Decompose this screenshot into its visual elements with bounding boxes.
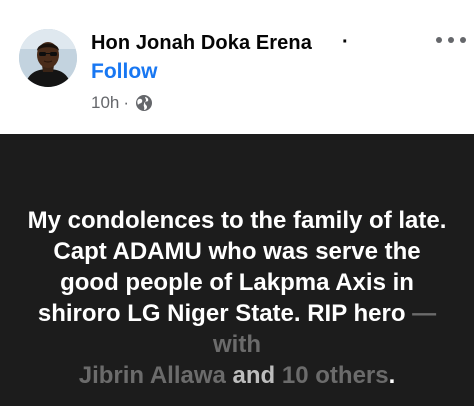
avatar[interactable]	[19, 29, 77, 87]
avatar-photo	[19, 29, 77, 87]
more-dot-icon	[436, 37, 442, 43]
and-label: and	[232, 362, 276, 389]
post-text: My condolences to the family of late. Ca…	[27, 207, 447, 327]
post-meta: 10h ·	[91, 93, 153, 113]
timestamp[interactable]: 10h	[91, 93, 119, 113]
name-separator: ·	[342, 31, 349, 53]
more-options-button[interactable]	[436, 30, 466, 50]
post-body: My condolences to the family of late. Ca…	[0, 134, 474, 406]
follow-button[interactable]: Follow	[91, 60, 158, 84]
post-period: .	[388, 362, 396, 389]
post-header: Hon Jonah Doka Erena · Follow 10h ·	[0, 0, 474, 134]
more-dot-icon	[460, 37, 466, 43]
author-name[interactable]: Hon Jonah Doka Erena	[91, 32, 312, 55]
more-dot-icon	[448, 37, 454, 43]
post-text-block: My condolences to the family of late. Ca…	[22, 205, 452, 391]
meta-separator: ·	[123, 93, 130, 112]
globe-icon	[135, 94, 153, 112]
tagged-person-link[interactable]: Jibrin Allawa	[79, 362, 226, 389]
others-link[interactable]: 10 others	[282, 362, 389, 389]
